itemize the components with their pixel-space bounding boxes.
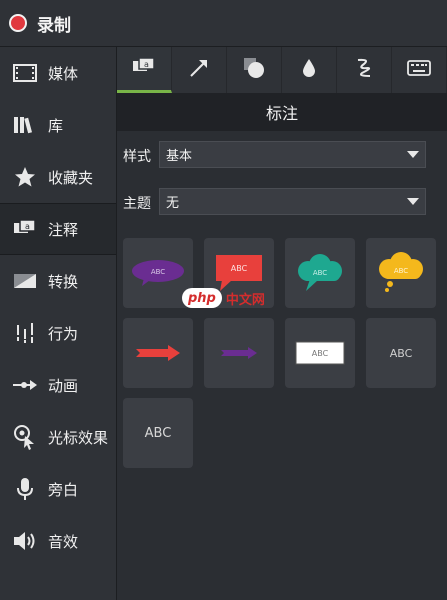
- callout-text: ABC: [313, 269, 327, 277]
- callout-text: ABC: [394, 267, 408, 275]
- sidebar-item-label: 媒体: [48, 64, 79, 83]
- style-select[interactable]: 基本: [159, 141, 426, 168]
- svg-text:a: a: [25, 222, 30, 231]
- callout-tile-text-large[interactable]: ABC: [123, 398, 193, 468]
- sidebar-item-label: 注释: [48, 220, 79, 239]
- tab-arrows-lines[interactable]: [172, 47, 227, 93]
- film-icon: [12, 60, 38, 86]
- sidebar-item-favorites[interactable]: 收藏夹: [0, 151, 116, 203]
- sidebar-item-label: 转换: [48, 272, 79, 291]
- sidebar-item-label: 收藏夹: [48, 168, 94, 187]
- annotation-type-tabs: a: [117, 47, 447, 93]
- callout-tile-arrow-purple[interactable]: [204, 318, 274, 388]
- callout-text: ABC: [312, 349, 329, 358]
- star-icon: [12, 164, 38, 190]
- chevron-down-icon: [407, 151, 419, 158]
- callout-tile-cloud-teal[interactable]: ABC: [285, 238, 355, 308]
- watermark: php 中文网: [182, 288, 265, 308]
- arrow-icon: [189, 58, 209, 82]
- callout-tile-box-white[interactable]: ABC: [285, 318, 355, 388]
- microphone-icon: [12, 476, 38, 502]
- watermark-badge: php: [182, 288, 222, 308]
- speaker-icon: [12, 528, 38, 554]
- cursor-effect-icon: [12, 424, 38, 450]
- sidebar-item-animations[interactable]: 动画: [0, 359, 116, 411]
- sidebar-item-label: 行为: [48, 324, 79, 343]
- chevron-down-icon: [407, 198, 419, 205]
- tab-blur-highlight[interactable]: [282, 47, 337, 93]
- sidebar-item-voice-narration[interactable]: 旁白: [0, 463, 116, 515]
- sidebar-item-cursor-effects[interactable]: 光标效果: [0, 411, 116, 463]
- blur-drop-icon: [301, 58, 317, 82]
- sidebar-item-behaviors[interactable]: 行为: [0, 307, 116, 359]
- app-title: 录制: [37, 15, 71, 36]
- sidebar-item-audio-effects[interactable]: 音效: [0, 515, 116, 567]
- transition-icon: [12, 268, 38, 294]
- animation-icon: [12, 372, 38, 398]
- sketch-motion-icon: [354, 57, 374, 83]
- callout-icon: a: [12, 216, 38, 242]
- sidebar-item-library[interactable]: 库: [0, 99, 116, 151]
- watermark-text: 中文网: [225, 292, 265, 308]
- sidebar-item-annotations[interactable]: a 注释: [0, 203, 116, 255]
- callout-icon: a: [132, 56, 156, 81]
- svg-text:a: a: [144, 60, 149, 69]
- callout-text: ABC: [231, 264, 248, 273]
- style-select-value: 基本: [166, 149, 193, 164]
- tab-keystroke[interactable]: [392, 47, 447, 93]
- sidebar-item-transitions[interactable]: 转换: [0, 255, 116, 307]
- tab-shapes[interactable]: [227, 47, 282, 93]
- theme-label: 主题: [123, 196, 151, 212]
- title-bar: 录制: [0, 0, 447, 47]
- books-icon: [12, 112, 38, 138]
- keyboard-icon: [407, 60, 431, 80]
- record-icon[interactable]: [9, 14, 27, 32]
- sidebar-item-label: 库: [48, 116, 64, 135]
- callout-grid: ABC ABC ABC ABC ABC ABC ABC: [117, 228, 447, 600]
- sidebar-item-label: 动画: [48, 376, 79, 395]
- theme-select-value: 无: [166, 196, 180, 211]
- shape-icon: [243, 57, 265, 83]
- sidebar-item-label: 音效: [48, 532, 79, 551]
- tab-callouts[interactable]: a: [117, 47, 172, 93]
- callout-tile-arrow-red[interactable]: [123, 318, 193, 388]
- tab-sketch-motion[interactable]: [337, 47, 392, 93]
- sidebar-item-label: 旁白: [48, 480, 79, 499]
- callout-text: ABC: [389, 346, 413, 360]
- theme-select[interactable]: 无: [159, 188, 426, 215]
- callout-tile-cloud-yellow[interactable]: ABC: [366, 238, 436, 308]
- style-label: 样式: [123, 149, 151, 165]
- callout-text: ABC: [144, 425, 172, 441]
- sidebar: 媒体 库 收藏夹 a 注释 转换 行为 动画 光标效果 旁白 音效: [0, 47, 117, 600]
- sidebar-item-media[interactable]: 媒体: [0, 47, 116, 99]
- behavior-icon: [12, 320, 38, 346]
- sidebar-item-label: 光标效果: [48, 428, 109, 447]
- callout-text: ABC: [151, 268, 165, 276]
- panel-title: 标注: [117, 93, 447, 131]
- callout-tile-text-small[interactable]: ABC: [366, 318, 436, 388]
